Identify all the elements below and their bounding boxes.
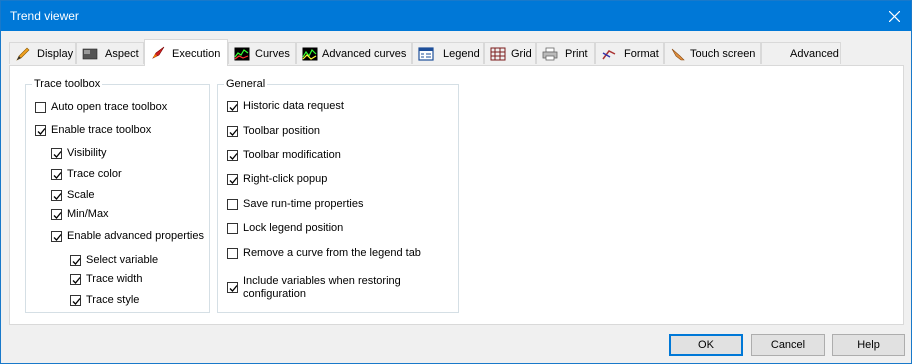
check-icon [229,153,238,160]
checkbox-label: Toolbar position [243,125,321,137]
checkbox-label: Toolbar modification [243,149,341,161]
legend-icon [418,47,434,61]
general-group: General Historic data request Toolbar po… [217,78,459,313]
format-icon [602,50,616,60]
checkbox-label: Include variables when restoring [243,275,401,287]
tab-touch-screen[interactable]: Touch screen [664,42,761,64]
tab-label: Execution [172,48,221,60]
tab-label: Legend [443,48,480,60]
tab-execution[interactable]: Execution [144,39,228,66]
checkbox[interactable] [51,209,62,220]
checkbox-label: Trace width [86,273,143,285]
checkbox-label: Trace color [67,168,122,180]
checkbox-label: Trace style [86,294,140,306]
aspect-icon [82,48,98,60]
tab-display[interactable]: Display [9,42,76,64]
curves-icon [234,47,250,61]
checkbox-label: Lock legend position [243,222,344,234]
checkbox-label: Enable advanced properties [67,230,204,242]
printer-icon [542,47,558,61]
close-icon [889,11,900,22]
checkbox-label: Save run-time properties [243,198,364,210]
checkbox[interactable] [35,102,46,113]
close-button[interactable] [877,1,911,31]
check-icon [229,129,238,136]
checkbox[interactable] [51,169,62,180]
tab-print[interactable]: Print [536,42,595,64]
checkbox-label: Min/Max [67,208,109,220]
checkbox[interactable] [35,125,46,136]
checkbox-label: Visibility [67,147,107,159]
checkbox[interactable] [227,150,238,161]
advanced-curves-icon [302,47,318,61]
check-icon [53,212,62,219]
check-icon [229,104,238,111]
pencil-icon [16,47,30,61]
check-icon [37,128,46,135]
tab-label: Touch screen [690,48,756,60]
check-icon [53,234,62,241]
check-icon [53,151,62,158]
checkbox-label: Enable trace toolbox [51,124,152,136]
checkbox[interactable] [227,126,238,137]
check-icon [72,298,81,305]
checkbox-label: Historic data request [243,100,344,112]
help-button[interactable]: Help [832,334,905,356]
checkbox[interactable] [227,174,238,185]
check-icon [229,177,238,184]
tab-curves[interactable]: Curves [228,42,296,64]
tab-label: Aspect [105,48,139,60]
checkbox-label: Auto open trace toolbox [51,101,168,113]
title-bar: Trend viewer [1,1,911,31]
cancel-button[interactable]: Cancel [751,334,825,356]
tab-format[interactable]: Format [595,42,664,64]
checkbox[interactable] [70,295,81,306]
tab-label: Curves [255,48,290,60]
checkbox[interactable] [227,282,238,293]
tab-strip: Display Aspect Execution Curves Advanced… [9,39,904,66]
ok-button[interactable]: OK [669,334,743,356]
trace-toolbox-group: Trace toolbox Auto open trace toolbox En… [25,78,210,313]
rocket-icon [152,46,165,59]
window-title: Trend viewer [10,9,79,23]
tab-label: Advanced [790,48,839,60]
trend-viewer-window: Trend viewer Display Aspect Execution Cu… [0,0,912,364]
checkbox-label: Right-click popup [243,173,328,185]
check-icon [53,172,62,179]
tab-label: Format [624,48,659,60]
tab-advanced-curves[interactable]: Advanced curves [296,42,412,64]
check-icon [229,285,238,292]
checkbox[interactable] [70,274,81,285]
tab-legend[interactable]: Legend [412,42,484,64]
check-icon [72,258,81,265]
tab-advanced[interactable]: Advanced [761,42,841,64]
checkbox[interactable] [51,231,62,242]
tab-aspect[interactable]: Aspect [76,42,144,64]
checkbox[interactable] [51,190,62,201]
touch-icon [671,48,685,61]
tab-label: Print [565,48,588,60]
checkbox-label: Select variable [86,254,159,266]
tab-label: Advanced curves [322,48,407,60]
grid-icon [490,47,506,61]
checkbox[interactable] [227,248,238,259]
group-title: Trace toolbox [32,78,103,90]
tab-label: Grid [511,48,532,60]
check-icon [53,193,62,200]
checkbox-label: Scale [67,189,95,201]
checkbox-label: Remove a curve from the legend tab [243,247,421,259]
group-title: General [224,78,268,90]
checkbox[interactable] [227,101,238,112]
checkbox[interactable] [227,199,238,210]
execution-panel: Trace toolbox Auto open trace toolbox En… [9,65,904,325]
checkbox[interactable] [227,223,238,234]
tab-grid[interactable]: Grid [484,42,536,64]
check-icon [72,277,81,284]
checkbox[interactable] [51,148,62,159]
checkbox[interactable] [70,255,81,266]
checkbox-label-line2: configuration [243,288,306,300]
tab-label: Display [37,48,74,60]
